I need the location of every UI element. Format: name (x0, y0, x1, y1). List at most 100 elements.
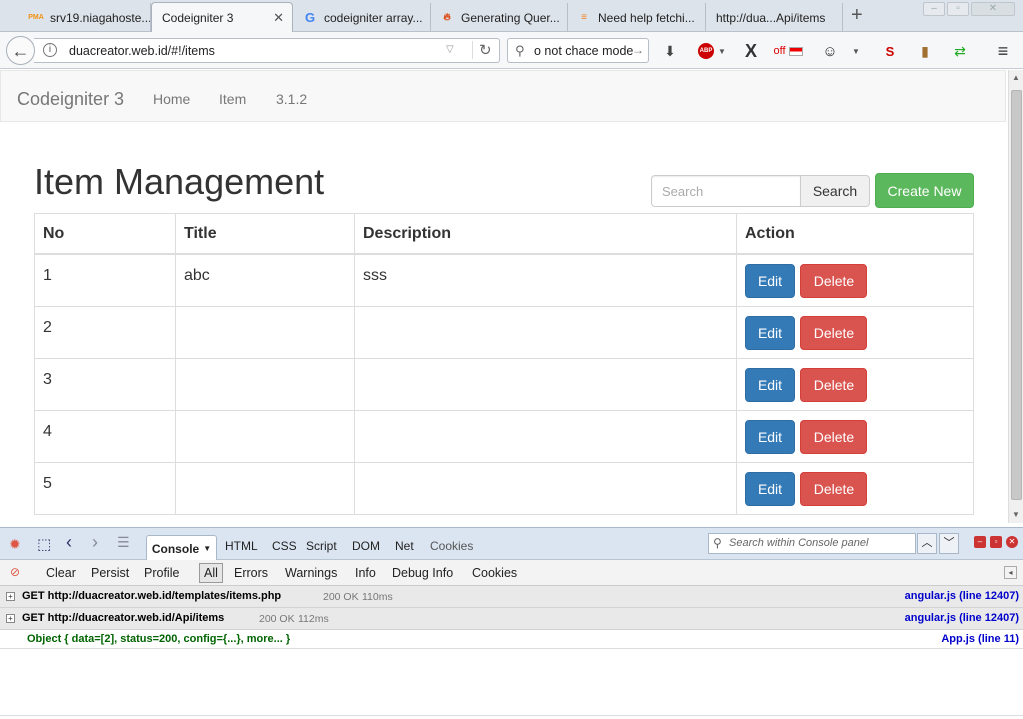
clear-button[interactable]: Clear (46, 566, 76, 580)
fb-tab-script[interactable]: Script (306, 539, 337, 553)
back-button[interactable]: ← (6, 36, 35, 65)
filter-all-button[interactable]: All (199, 563, 223, 583)
expand-icon[interactable]: + (6, 614, 15, 623)
dropdown-icon[interactable]: ▼ (846, 41, 866, 61)
tab-google-search[interactable]: G codeigniter array... (294, 3, 431, 32)
log-object[interactable]: Object { data=[2], status=200, config={.… (27, 633, 290, 645)
off-toggle-icon[interactable]: off (768, 41, 808, 61)
inspect-icon[interactable]: ⬚ (37, 535, 51, 553)
maximize-button[interactable]: ▫ (947, 2, 969, 16)
hamburger-menu-icon[interactable]: ≡ (993, 41, 1013, 61)
tab-api-items[interactable]: http://dua...Api/items (706, 3, 843, 32)
log-source-link[interactable]: angular.js (line 12407) (905, 590, 1019, 602)
url-text: duacreator.web.id/#!/items (69, 44, 215, 58)
search-input[interactable] (651, 175, 801, 207)
table-row: 4 Edit Delete (34, 409, 974, 463)
chevron-down-icon[interactable]: ﹀ (939, 533, 959, 554)
fb-tab-console[interactable]: Console ▼ (146, 535, 217, 561)
swap-arrows-icon[interactable]: ⇄ (950, 41, 970, 61)
log-request: GET http://duacreator.web.id/Api/items (22, 612, 225, 624)
scrollbar-thumb[interactable] (1011, 90, 1022, 500)
close-tab-icon[interactable]: ✕ (273, 10, 284, 26)
notebook-icon[interactable]: ▮ (915, 41, 935, 61)
create-new-button[interactable]: Create New (875, 173, 974, 208)
reload-icon[interactable]: ↻ (472, 41, 492, 59)
url-bar[interactable]: i duacreator.web.id/#!/items ▽ ↻ (34, 38, 500, 63)
tab-codeigniter[interactable]: Codeigniter 3 ✕ (151, 2, 293, 32)
search-bar[interactable]: ⚲ o not chace mode → (507, 38, 649, 63)
download-icon[interactable]: ⬇ (660, 41, 680, 61)
scroll-down-arrow-icon[interactable]: ▼ (1012, 510, 1020, 519)
console-log-row[interactable]: + GET http://duacreator.web.id/templates… (0, 586, 1023, 608)
info-icon[interactable]: i (43, 43, 57, 57)
dropdown-icon[interactable]: ▼ (712, 41, 732, 61)
dropdown-arrow-icon[interactable]: ▽ (446, 44, 454, 55)
search-button[interactable]: Search (800, 175, 870, 207)
console-object-row[interactable]: Object { data=[2], status=200, config={.… (0, 630, 1023, 649)
edit-button[interactable]: Edit (745, 419, 795, 454)
new-tab-button[interactable]: + (851, 4, 863, 26)
nav-version[interactable]: 3.1.2 (276, 91, 307, 107)
expand-icon[interactable]: + (6, 592, 15, 601)
log-source-link[interactable]: angular.js (line 12407) (905, 612, 1019, 624)
cell-actions: Edit Delete (736, 409, 974, 463)
tab-phpmyadmin[interactable]: PMA srv19.niagahoste... (20, 3, 151, 32)
face-addon-icon[interactable]: ☺ (820, 41, 840, 61)
delete-button[interactable]: Delete (800, 471, 868, 506)
delete-button[interactable]: Delete (800, 419, 868, 454)
tab-generating-queries[interactable]: 🔥︎ Generating Quer... (431, 3, 568, 32)
table-row: 1 abc sss Edit Delete (34, 253, 974, 307)
x-addon-icon[interactable]: X (741, 41, 761, 61)
fb-tab-css[interactable]: CSS (272, 539, 297, 553)
side-panel-toggle-icon[interactable]: ◂ (1004, 566, 1017, 579)
chevron-up-icon[interactable]: ︿ (917, 533, 937, 554)
log-time: 110ms (362, 591, 393, 603)
column-header-action: Action (736, 213, 974, 255)
cell-title (175, 409, 355, 463)
log-source-link[interactable]: App.js (line 11) (941, 633, 1019, 645)
filter-info-button[interactable]: Info (355, 566, 376, 580)
brand-link[interactable]: Codeigniter 3 (17, 89, 124, 110)
s-addon-icon[interactable]: S (880, 41, 900, 61)
command-line-icon[interactable]: ☰ (117, 534, 130, 551)
fb-detach-icon[interactable]: ▫ (990, 536, 1002, 548)
edit-button[interactable]: Edit (745, 263, 795, 298)
edit-button[interactable]: Edit (745, 315, 795, 350)
tab-label: srv19.niagahoste... (50, 10, 151, 25)
profile-button[interactable]: Profile (144, 566, 179, 580)
edit-button[interactable]: Edit (745, 471, 795, 506)
cell-description (354, 305, 737, 359)
filter-warnings-button[interactable]: Warnings (285, 566, 337, 580)
firebug-icon[interactable]: ✹ (9, 536, 21, 553)
scroll-up-arrow-icon[interactable]: ▲ (1012, 73, 1020, 82)
clear-console-icon[interactable]: ⊘ (10, 565, 20, 579)
minimize-button[interactable]: – (923, 2, 945, 16)
back-arrow-icon[interactable]: ‹ (66, 532, 72, 553)
fb-close-icon[interactable]: ✕ (1006, 536, 1018, 548)
fb-tab-html[interactable]: HTML (225, 539, 258, 553)
edit-button[interactable]: Edit (745, 367, 795, 402)
close-window-button[interactable]: ✕ (971, 2, 1015, 16)
filter-cookies-button[interactable]: Cookies (472, 566, 517, 580)
fb-tab-net[interactable]: Net (395, 539, 414, 553)
flag-icon (788, 46, 803, 56)
forward-arrow-icon[interactable]: › (92, 532, 98, 553)
filter-debug-button[interactable]: Debug Info (392, 566, 453, 580)
fb-tab-dom[interactable]: DOM (352, 539, 380, 553)
filter-errors-button[interactable]: Errors (234, 566, 268, 580)
fb-search-input[interactable]: ⚲ Search within Console panel (708, 533, 916, 554)
nav-home[interactable]: Home (153, 91, 190, 107)
console-log-row[interactable]: + GET http://duacreator.web.id/Api/items… (0, 608, 1023, 630)
fb-tab-cookies[interactable]: Cookies (430, 539, 473, 553)
nav-item[interactable]: Item (219, 91, 246, 107)
delete-button[interactable]: Delete (800, 315, 868, 350)
delete-button[interactable]: Delete (800, 263, 868, 298)
delete-button[interactable]: Delete (800, 367, 868, 402)
cell-actions: Edit Delete (736, 305, 974, 359)
search-bar-text: o not chace mode (534, 44, 634, 58)
persist-button[interactable]: Persist (91, 566, 129, 580)
page-scrollbar[interactable]: ▲ ▼ (1008, 70, 1023, 523)
go-arrow-icon[interactable]: → (632, 43, 644, 57)
fb-minimize-icon[interactable]: – (974, 536, 986, 548)
tab-need-help[interactable]: ≡ Need help fetchi... (568, 3, 706, 32)
